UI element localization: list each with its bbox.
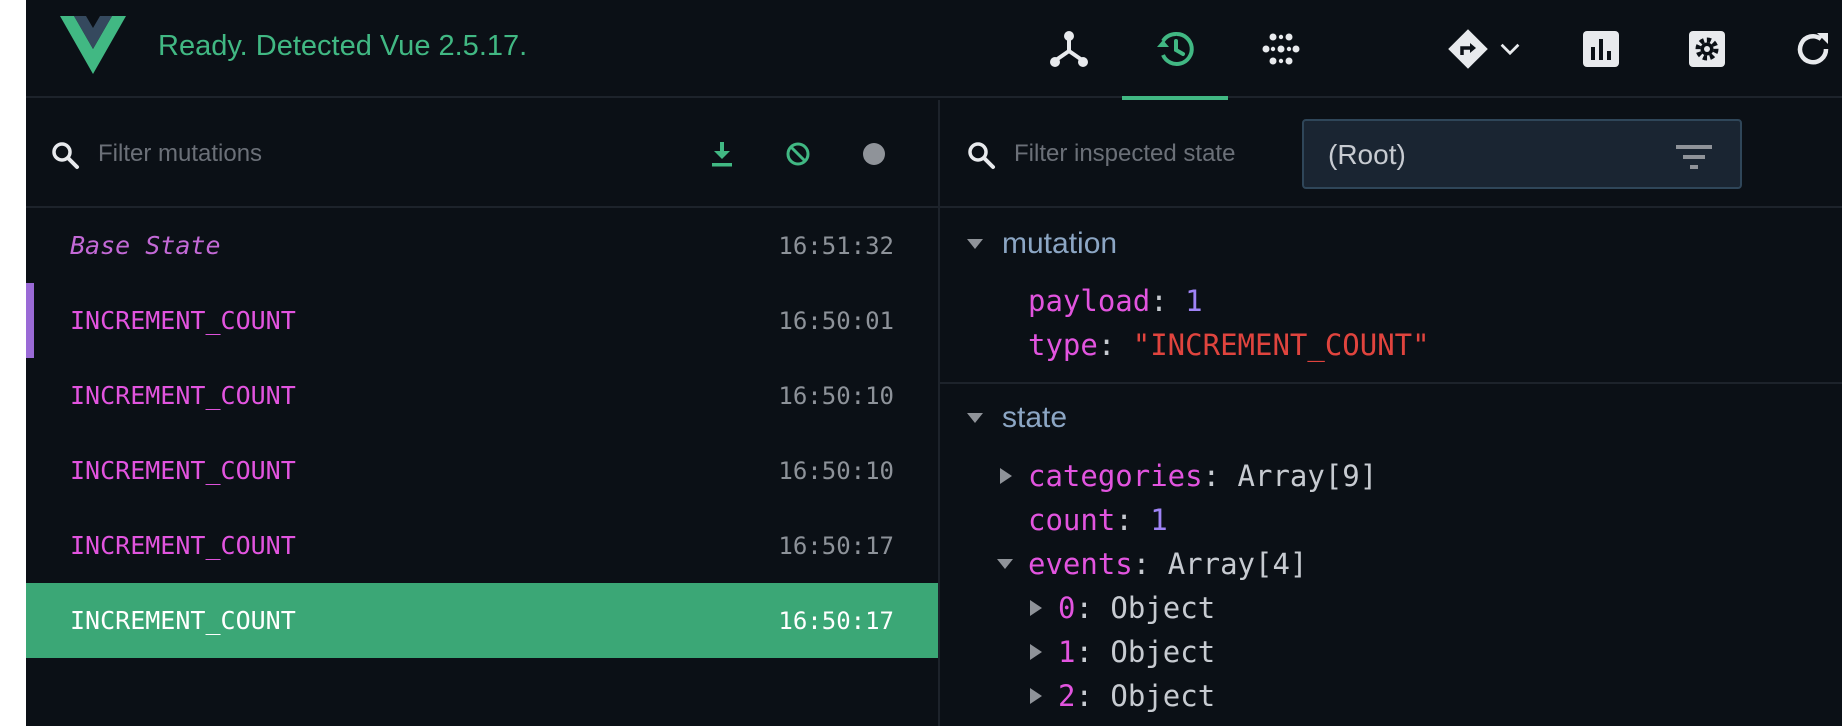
caret-right-icon — [1030, 644, 1042, 660]
property-key: categories — [1028, 459, 1203, 493]
bar-chart-icon — [1583, 31, 1619, 67]
root-select-value: (Root) — [1328, 139, 1406, 170]
filter-inspected-state-input[interactable] — [1014, 130, 1294, 178]
vue-devtools-app: Ready. Detected Vue 2.5.17. Filter mutat… — [26, 0, 1842, 726]
property-key: payload — [1028, 284, 1151, 318]
record-button[interactable] — [858, 138, 890, 170]
mutation-name: INCREMENT_COUNT — [70, 456, 296, 485]
property-colon: : — [1202, 459, 1238, 493]
tab-components[interactable] — [1016, 0, 1122, 98]
type-property[interactable]: type: "INCREMENT_COUNT" — [1028, 325, 1430, 365]
property-colon: : — [1075, 591, 1111, 625]
mutation-name: INCREMENT_COUNT — [70, 306, 296, 335]
caret-down-icon — [967, 239, 983, 249]
mutation-time: 16:50:01 — [778, 306, 894, 335]
vue-logo-icon — [60, 16, 126, 74]
property-key: 1 — [1058, 635, 1076, 669]
mutation-row[interactable]: INCREMENT_COUNT 16:50:17 — [26, 508, 938, 583]
download-icon — [712, 142, 732, 167]
clear-button[interactable] — [782, 138, 814, 170]
mutation-time: 16:50:17 — [778, 606, 894, 635]
event-item-property[interactable]: 2: Object — [1030, 676, 1216, 716]
mutation-section-title: mutation — [1002, 227, 1118, 260]
mutations-panel: Base State 16:51:32 INCREMENT_COUNT 16:5… — [26, 100, 940, 726]
status-text: Ready. Detected Vue 2.5.17. — [158, 30, 528, 62]
mutation-row[interactable]: INCREMENT_COUNT 16:50:10 — [26, 433, 938, 508]
property-key: 2 — [1058, 679, 1076, 713]
mutation-time: 16:50:10 — [778, 381, 894, 410]
caret-right-icon — [1030, 600, 1042, 616]
property-value: 1 — [1185, 284, 1203, 318]
tab-routing[interactable] — [1426, 0, 1546, 98]
events-property[interactable]: events: Array[4] — [997, 544, 1308, 584]
events-dots-icon — [1262, 33, 1300, 65]
export-button[interactable] — [706, 138, 738, 170]
tab-vuex-history[interactable] — [1122, 0, 1228, 100]
count-property[interactable]: count: 1 — [1028, 500, 1168, 540]
property-colon: : — [1132, 547, 1168, 581]
property-value: Array[4] — [1167, 547, 1308, 581]
tab-performance[interactable] — [1548, 0, 1654, 98]
mutation-row[interactable]: INCREMENT_COUNT 16:50:01 — [26, 283, 938, 358]
component-tree-icon — [1050, 31, 1088, 67]
caret-right-icon — [1000, 468, 1012, 484]
mutation-list: Base State 16:51:32 INCREMENT_COUNT 16:5… — [26, 208, 938, 658]
caret-down-icon — [997, 559, 1013, 569]
property-key: events — [1028, 547, 1133, 581]
property-value: Object — [1110, 679, 1216, 713]
mutation-time: 16:51:32 — [778, 231, 894, 260]
property-value: "INCREMENT_COUNT" — [1132, 328, 1430, 362]
property-colon: : — [1075, 635, 1111, 669]
mutation-section-header[interactable]: mutation — [966, 224, 1117, 264]
mutations-toolbar — [26, 100, 938, 208]
property-colon: : — [1097, 328, 1133, 362]
property-key: type — [1028, 328, 1098, 362]
block-icon — [786, 142, 810, 166]
caret-right-icon — [1030, 688, 1042, 704]
state-inspector: (Root) mutation payload: 1 type: "INCREM… — [940, 100, 1842, 726]
inspector-toolbar: (Root) — [940, 100, 1842, 208]
property-colon: : — [1075, 679, 1111, 713]
record-dot-icon — [863, 143, 885, 165]
tab-events[interactable] — [1228, 0, 1334, 98]
state-section-header[interactable]: state — [966, 398, 1067, 438]
root-select[interactable]: (Root) — [1302, 119, 1742, 189]
property-colon: : — [1150, 284, 1186, 318]
event-item-property[interactable]: 0: Object — [1030, 588, 1216, 628]
payload-property[interactable]: payload: 1 — [1028, 281, 1203, 321]
event-item-property[interactable]: 1: Object — [1030, 632, 1216, 672]
mutation-name: Base State — [70, 231, 221, 260]
mutation-name: INCREMENT_COUNT — [70, 381, 296, 410]
chevron-down-icon — [1500, 43, 1520, 56]
mutation-name: INCREMENT_COUNT — [70, 531, 296, 560]
property-value: Object — [1110, 635, 1216, 669]
mutation-row[interactable]: INCREMENT_COUNT 16:50:10 — [26, 358, 938, 433]
property-colon: : — [1115, 503, 1151, 537]
refresh-button[interactable] — [1760, 0, 1842, 98]
property-value: 1 — [1150, 503, 1168, 537]
mutation-row-base-state[interactable]: Base State 16:51:32 — [26, 208, 938, 283]
mutation-time: 16:50:17 — [778, 531, 894, 560]
mutation-time: 16:50:10 — [778, 456, 894, 485]
search-icon — [52, 142, 79, 169]
routing-icon — [1448, 29, 1488, 69]
property-key: 0 — [1058, 591, 1076, 625]
history-icon — [1157, 31, 1194, 66]
property-value: Array[9] — [1237, 459, 1378, 493]
mutation-row-selected[interactable]: INCREMENT_COUNT 16:50:17 — [26, 583, 938, 658]
search-icon — [968, 142, 995, 169]
categories-property[interactable]: categories: Array[9] — [1000, 456, 1378, 496]
gear-icon — [1689, 31, 1725, 67]
refresh-icon — [1797, 33, 1829, 65]
filter-mutations-input[interactable] — [98, 130, 598, 178]
mutation-name: INCREMENT_COUNT — [70, 606, 296, 635]
filter-list-icon — [1676, 145, 1712, 169]
state-section-title: state — [1002, 401, 1068, 434]
caret-down-icon — [967, 413, 983, 423]
property-value: Object — [1110, 591, 1216, 625]
top-bar: Ready. Detected Vue 2.5.17. — [26, 0, 1842, 100]
tab-settings[interactable] — [1654, 0, 1760, 98]
property-key: count — [1028, 503, 1116, 537]
section-divider — [940, 382, 1842, 384]
